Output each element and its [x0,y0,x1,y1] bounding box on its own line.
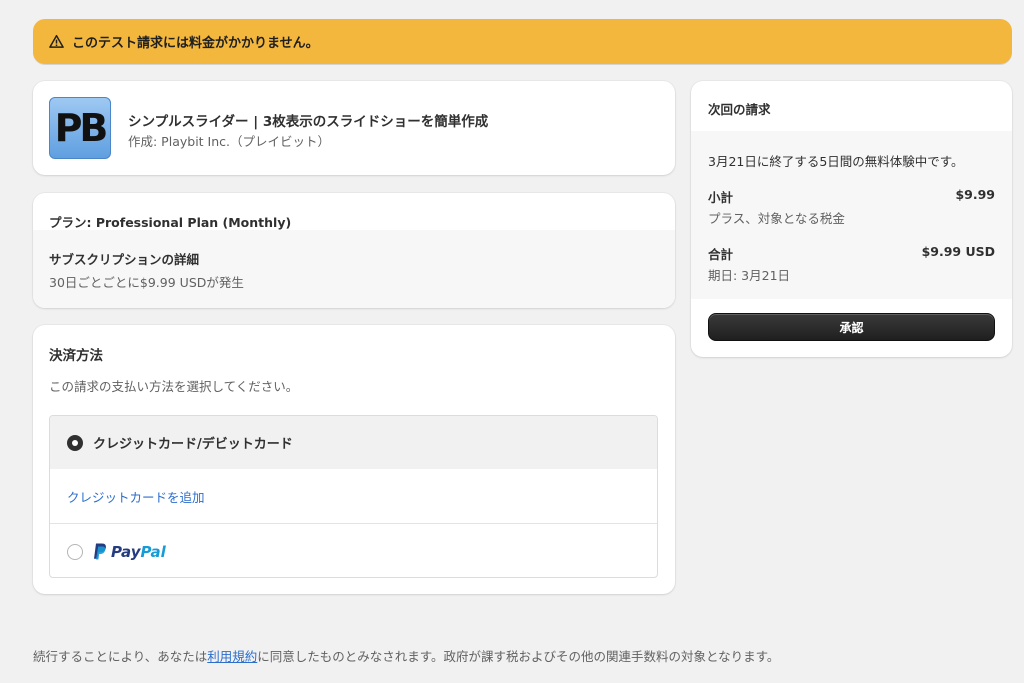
payment-method-card: 決済方法 この請求の支払い方法を選択してください。 クレジットカード/デビットカ… [33,325,675,594]
add-credit-card-link[interactable]: クレジットカードを追加 [67,487,205,506]
approve-button[interactable]: 承認 [708,313,995,341]
total-value: $9.99 USD [921,244,995,259]
terms-link[interactable]: 利用規約 [207,649,257,664]
paypal-icon [94,543,106,560]
footer-text-before: 続行することにより、あなたは [33,649,208,664]
app-info-card: PB シンプルスライダー | 3枚表示のスライドショーを簡単作成 作成: Pla… [33,81,675,175]
payment-options: クレジットカード/デビットカード クレジットカードを追加 PayPal [49,415,658,578]
paypal-radio[interactable] [67,543,83,560]
next-billing-title: 次回の請求 [708,102,771,117]
subtotal-label: 小計 [708,190,734,205]
warning-triangle-icon [49,34,64,49]
subscription-details-desc: 30日ごとごとに$9.99 USDが発生 [49,275,244,290]
plan-card: プラン: Professional Plan (Monthly) サブスクリプシ… [33,193,675,308]
banner-text: このテスト請求には料金がかかりません。 [72,36,319,51]
app-author: 作成: Playbit Inc.（プレイビット） [128,134,330,149]
subtotal-note: プラス、対象となる税金 [708,211,845,226]
subtotal-value: $9.99 [955,187,995,202]
trial-notice: 3月21日に終了する5日間の無料体験中です。 [708,154,964,169]
billing-summary: 3月21日に終了する5日間の無料体験中です。 小計 $9.99 プラス、対象とな… [691,131,1012,299]
subscription-details-title: サブスクリプションの詳細 [49,252,200,267]
plan-name: プラン: Professional Plan (Monthly) [49,215,292,230]
paypal-logo: PayPal [93,543,166,561]
terms-footer: 続行することにより、あなたは利用規約に同意したものとみなされます。政府が課す税お… [33,646,779,665]
subscription-details: サブスクリプションの詳細 30日ごとごとに$9.99 USDが発生 [33,230,675,308]
app-logo: PB [49,97,111,159]
payment-option-card-label: クレジットカード/デビットカード [93,437,293,452]
card-radio-selected[interactable] [67,434,83,451]
paypal-text-pal: Pal [140,542,166,561]
test-charge-banner: このテスト請求には料金がかかりません。 [33,19,1012,64]
checkout-page: このテスト請求には料金がかかりません。 PB シンプルスライダー | 3枚表示の… [0,0,1024,683]
paypal-text-pay: Pay [111,542,141,561]
due-date-note: 期日: 3月21日 [708,268,791,283]
app-title: シンプルスライダー | 3枚表示のスライドショーを簡単作成 [128,114,489,130]
payment-option-paypal[interactable]: PayPal [50,524,657,577]
payment-method-title: 決済方法 [49,348,103,364]
footer-text-after: に同意したものとみなされます。政府が課す税およびその他の関連手数料の対象となりま… [257,649,780,664]
payment-method-desc: この請求の支払い方法を選択してください。 [49,379,299,394]
total-label: 合計 [708,247,734,262]
add-card-row: クレジットカードを追加 [50,469,657,524]
next-billing-card: 次回の請求 3月21日に終了する5日間の無料体験中です。 小計 $9.99 プラ… [691,81,1012,357]
payment-option-card[interactable]: クレジットカード/デビットカード [50,416,657,469]
